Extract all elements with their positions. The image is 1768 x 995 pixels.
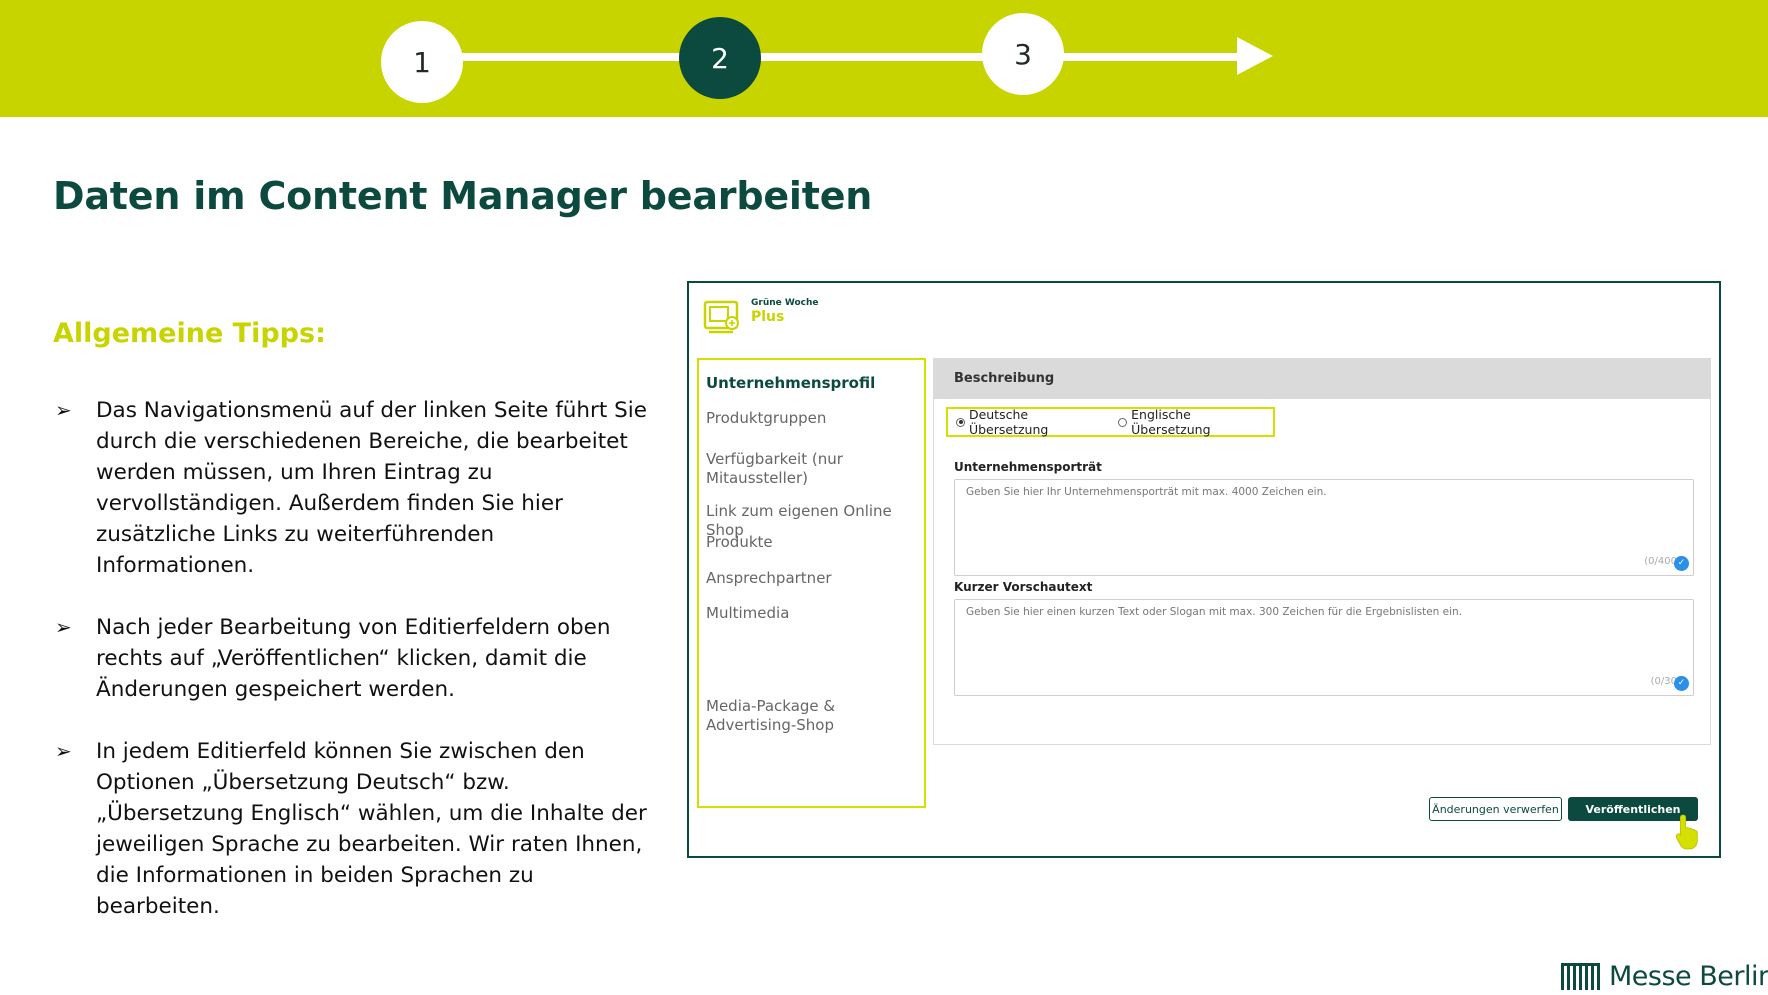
list-item: ➢ Das Navigationsmenü auf der linken Sei… [53,395,653,581]
panel-header: Beschreibung [934,359,1710,399]
list-item: ➢ Nach jeder Bearbeitung von Editierfeld… [53,612,653,705]
arrowhead-bullet-icon: ➢ [55,398,72,422]
messe-berlin-logo-icon [1561,963,1600,990]
tip-text: Das Navigationsmenü auf der linken Seite… [96,398,648,578]
sidebar-item-unternehmensprofil[interactable]: Unternehmensprofil [706,374,916,393]
tips-list: ➢ Das Navigationsmenü auf der linken Sei… [53,395,653,953]
field-label-preview: Kurzer Vorschautext [954,580,1093,594]
radio-german[interactable] [956,417,965,427]
sidebar-item-produkte[interactable]: Produkte [706,533,916,552]
check-icon: ✓ [1674,556,1689,571]
sidebar-item-verfuegbarkeit[interactable]: Verfügbarkeit (nur Mitaussteller) [706,450,916,488]
section-title: Beschreibung [954,371,1055,386]
step-3: 3 [982,13,1064,95]
app-logo-icon [703,300,739,334]
brand-logo: Messe Berlin [1561,961,1768,992]
language-switch: Deutsche Übersetzung Englische Übersetzu… [946,407,1275,437]
discard-changes-button[interactable]: Änderungen verwerfen [1429,797,1562,821]
field-label-portrait: Unternehmensporträt [954,460,1102,474]
page-title: Daten im Content Manager bearbeiten [53,174,873,218]
radio-german-label[interactable]: Deutsche Übersetzung [969,407,1110,437]
tip-text: In jedem Editierfeld können Sie zwischen… [96,739,647,919]
progress-band: 1 2 3 [0,0,1768,117]
step-connector [720,53,1010,61]
char-counter: (0/30 [1650,676,1677,687]
brand-name: Messe Berlin [1609,961,1768,992]
arrowhead-bullet-icon: ➢ [55,739,72,763]
tip-text: Nach jeder Bearbeitung von Editierfelder… [96,615,611,702]
description-panel: Beschreibung Deutsche Übersetzung Englis… [933,358,1711,745]
sidebar-nav: Unternehmensprofil Produktgruppen Verfüg… [697,358,926,808]
char-counter: (0/400 [1644,556,1677,567]
content-manager-screenshot: Grüne Woche Plus Unternehmensprofil Prod… [687,281,1721,858]
logo-subtitle: Plus [751,309,785,325]
arrow-right-icon [1237,37,1273,75]
portrait-textarea[interactable]: Geben Sie hier Ihr Unternehmensporträt m… [954,479,1694,576]
step-2-current: 2 [679,17,761,99]
list-item: ➢ In jedem Editierfeld können Sie zwisch… [53,736,653,922]
preview-placeholder: Geben Sie hier einen kurzen Text oder Sl… [966,606,1463,618]
pointer-hand-icon [1675,814,1698,850]
sidebar-item-ansprechpartner[interactable]: Ansprechpartner [706,569,916,588]
radio-english-label[interactable]: Englische Übersetzung [1131,407,1273,437]
radio-english[interactable] [1118,417,1128,427]
arrowhead-bullet-icon: ➢ [55,615,72,639]
portrait-placeholder: Geben Sie hier Ihr Unternehmensporträt m… [966,486,1327,498]
step-1: 1 [381,21,463,103]
preview-textarea[interactable]: Geben Sie hier einen kurzen Text oder Sl… [954,599,1694,696]
check-icon: ✓ [1674,676,1689,691]
sidebar-item-produktgruppen[interactable]: Produktgruppen [706,409,916,428]
sidebar-item-multimedia[interactable]: Multimedia [706,604,916,623]
logo-title: Grüne Woche [751,298,819,308]
tips-heading: Allgemeine Tipps: [53,318,326,349]
sidebar-item-media-package[interactable]: Media-Package & Advertising-Shop [706,697,916,735]
